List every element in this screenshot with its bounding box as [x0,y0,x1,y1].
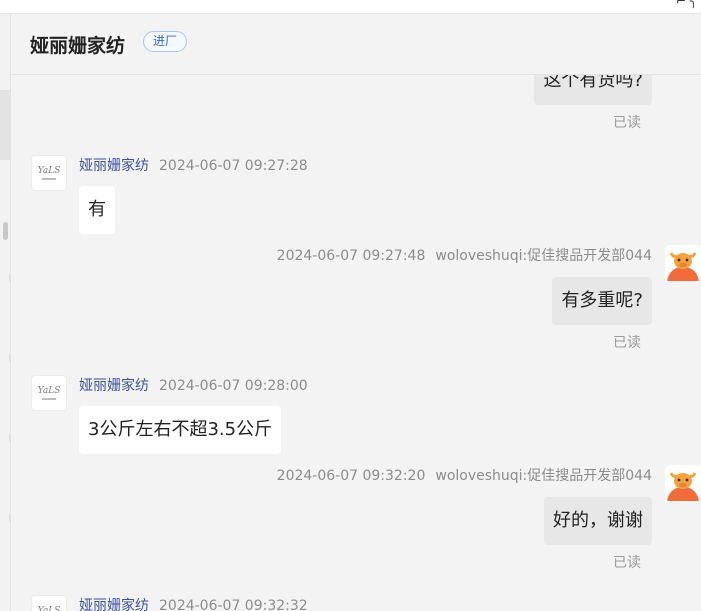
chat-title: 娅丽姗家纺 [30,35,126,57]
shop-avatar[interactable]: YaLS [31,595,67,611]
sender-name[interactable]: 娅丽姗家纺 [79,158,149,174]
message-time: 2024-06-07 09:27:28 [159,158,308,174]
user-avatar[interactable] [665,245,701,281]
left-rail-shade [0,90,10,160]
message-bubble-outgoing: 有多重呢? [552,277,652,325]
read-status: 已读 [613,555,641,571]
brand-logo-underline [42,398,56,400]
message-bubble-outgoing: 好的，谢谢 [544,497,652,545]
left-rail [0,14,11,611]
sender-name[interactable]: 娅丽姗家纺 [79,598,149,611]
message-time: 2024-06-07 09:27:48 [276,248,426,264]
message-time: 2024-06-07 09:28:00 [159,378,308,394]
chat-panel: 娅丽姗家纺 进厂 这个有货吗? 已读 YaLS 娅丽姗家纺 2024-06-07 … [11,14,701,611]
chat-header: 娅丽姗家纺 进厂 [11,14,701,75]
message-meta: 娅丽姗家纺 2024-06-07 09:28:00 [79,375,308,395]
message-time: 2024-06-07 09:32:20 [276,468,426,484]
shop-avatar[interactable]: YaLS [31,375,67,411]
sender-name[interactable]: 娅丽姗家纺 [79,378,149,394]
brand-logo-icon: YaLS [37,166,61,176]
message-meta: 娅丽姗家纺 2024-06-07 09:27:28 [79,155,308,175]
message-list: 这个有货吗? 已读 YaLS 娅丽姗家纺 2024-06-07 09:27:28 … [11,57,701,611]
message-meta: 2024-06-07 09:32:20 woloveshuqi:促佳搜品开发部04… [277,465,652,485]
user-avatar[interactable] [665,465,701,501]
brand-logo-underline [42,178,56,180]
top-corner-fragment: ⌐ ╮ [675,0,697,8]
message-meta: 娅丽姗家纺 2024-06-07 09:32:32 [79,595,308,611]
message-meta: 2024-06-07 09:27:48 woloveshuqi:促佳搜品开发部04… [277,245,652,265]
message-bubble-incoming: 3公斤左右不超3.5公斤 [79,406,282,454]
brand-logo-icon: YaLS [37,606,61,611]
read-status: 已读 [613,115,641,131]
factory-tag[interactable]: 进厂 [143,31,188,52]
top-strip: ⌐ ╮ [0,0,701,14]
read-status: 已读 [613,335,641,351]
left-scrollbar[interactable] [3,222,8,240]
sender-name: woloveshuqi:促佳搜品开发部044 [435,248,652,264]
sender-name: woloveshuqi:促佳搜品开发部044 [435,468,652,484]
message-bubble-incoming: 有 [79,186,115,234]
brand-logo-icon: YaLS [37,386,61,396]
shop-avatar[interactable]: YaLS [31,155,67,191]
cow-avatar-icon [667,252,699,281]
message-time: 2024-06-07 09:32:32 [159,598,308,611]
cow-avatar-icon [667,472,699,501]
